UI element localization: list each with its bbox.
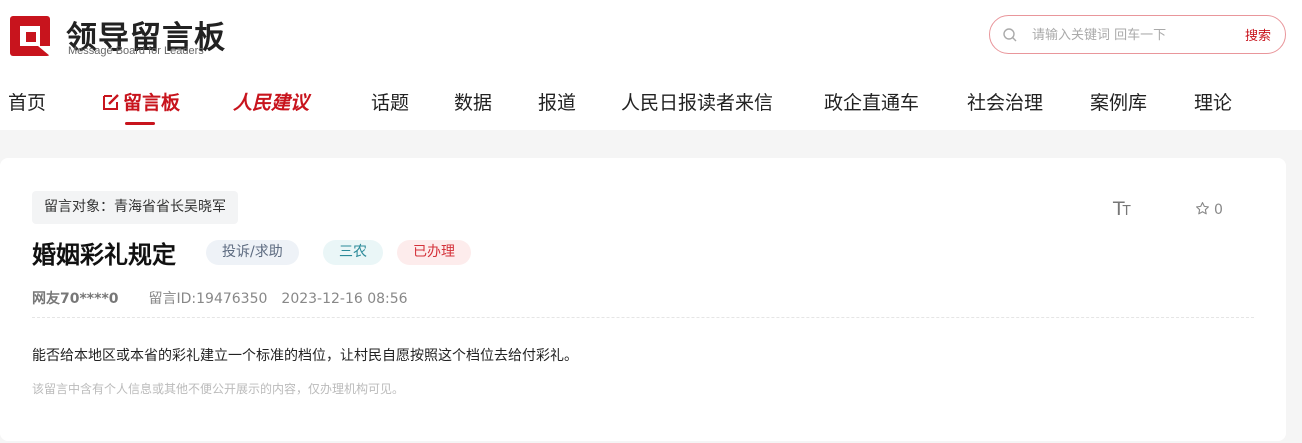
star-icon [1196,202,1209,215]
nav-item-reports[interactable]: 报道 [538,88,576,115]
site-logo[interactable]: 领导留言板 Message Board for Leaders [8,12,238,62]
message-datetime: 2023-12-16 08:56 [281,291,408,307]
logo-subtitle: Message Board for Leaders [68,45,204,57]
main-nav: 首页 留言板 人民建议 话题 数据 报道 人民日报读者来信 政企直通车 社会治理… [0,78,1302,128]
status-badge: 已办理 [397,240,471,265]
nav-item-theory[interactable]: 理论 [1194,88,1232,115]
nav-active-indicator [125,122,155,125]
message-id: 留言ID:19476350 [148,291,268,307]
message-content: 能否给本地区或本省的彩礼建立一个标准的档位，让村民自愿按照这个档位去给付彩礼。 [32,348,578,364]
message-target-value: 青海省省长吴晓军 [114,199,226,215]
privacy-note: 该留言中含有个人信息或其他不便公开展示的内容，仅办理机构可见。 [32,382,405,396]
message-target: 留言对象：青海省省长吴晓军 [32,191,238,224]
favorite-button[interactable]: 0 [1195,201,1223,218]
message-target-label: 留言对象： [44,199,114,215]
nav-item-home[interactable]: 首页 [8,88,46,115]
font-size-icon[interactable]: TT [1113,198,1137,220]
site-header: 领导留言板 Message Board for Leaders 搜索 首页 留言… [0,0,1302,130]
nav-item-data[interactable]: 数据 [454,88,492,115]
nav-item-message-board[interactable]: 留言板 [101,88,180,115]
nav-item-topics[interactable]: 话题 [371,88,409,115]
search-button[interactable]: 搜索 [1245,25,1271,44]
divider [32,317,1254,318]
nav-item-people-suggestion[interactable]: 人民建议 [233,88,309,115]
logo-mark-icon [10,16,50,56]
search-icon [1003,28,1017,42]
tag-message-type[interactable]: 投诉/求助 [206,240,299,265]
nav-item-business-express[interactable]: 政企直通车 [824,88,919,115]
tag-domain[interactable]: 三农 [323,240,383,265]
nav-item-case-library[interactable]: 案例库 [1090,88,1147,115]
nav-item-message-board-label: 留言板 [123,92,181,114]
message-meta: 网友70****0 留言ID:19476350 2023-12-16 08:56 [32,288,408,308]
pencil-icon [103,94,119,110]
search-input[interactable] [1032,24,1212,46]
message-title: 婚姻彩礼规定 [32,241,176,269]
search-box: 搜索 [989,15,1286,54]
message-card: 留言对象：青海省省长吴晓军 TT 0 婚姻彩礼规定 投诉/求助 三农 已办理 网… [0,158,1286,441]
nav-item-reader-letters[interactable]: 人民日报读者来信 [621,88,773,115]
nav-item-social-governance[interactable]: 社会治理 [967,88,1043,115]
author-name: 网友70****0 [32,291,119,307]
favorite-count: 0 [1214,202,1223,218]
